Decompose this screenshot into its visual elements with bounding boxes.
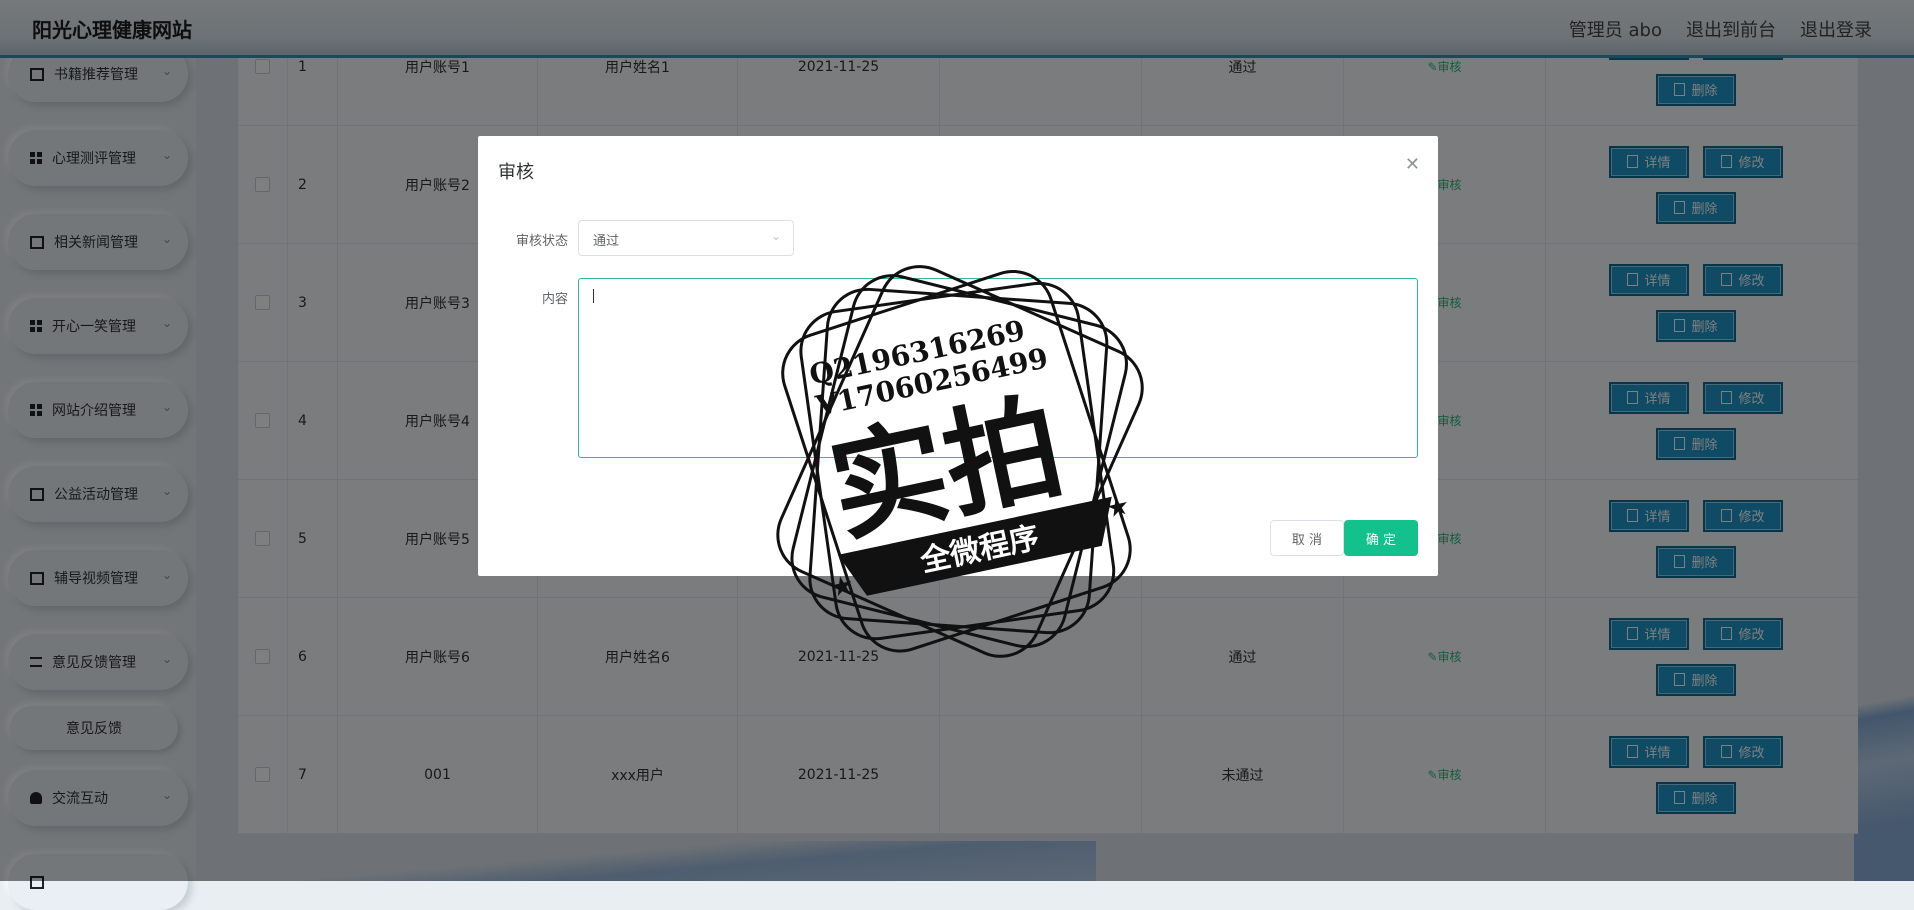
text-caret [593,289,594,303]
audit-status-select[interactable]: 通过 ⌄ [578,220,794,256]
close-icon[interactable]: ✕ [1405,154,1420,175]
star-icon: ★ [1103,491,1132,525]
confirm-button[interactable]: 确 定 [1344,520,1418,556]
status-label: 审核状态 [515,234,568,249]
dialog-title: 审核 [498,162,534,183]
content-label: 内容 [541,292,568,307]
chevron-down-icon: ⌄ [770,229,781,243]
watermark-stamp: Q2196316269 V17060256499 实拍 全微程序 ★ ★ [776,265,1144,658]
select-value: 通过 [593,234,620,249]
cancel-button[interactable]: 取 消 [1270,520,1344,556]
